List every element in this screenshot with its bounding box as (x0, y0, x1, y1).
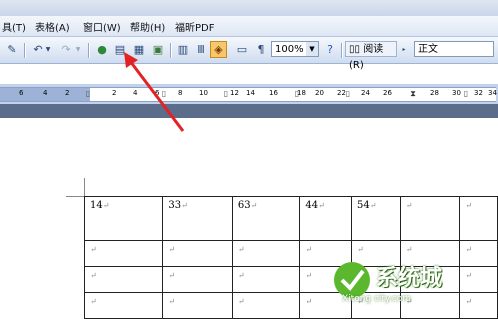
watermark-circle (334, 262, 370, 298)
watermark-text: 系统城 (376, 266, 443, 291)
watermark-logo: 系统城 Xitong city.com (330, 256, 498, 312)
arrow-shaft (128, 60, 185, 132)
watermark-domain: Xitong city.com (342, 294, 412, 304)
arrow-head (124, 52, 138, 68)
